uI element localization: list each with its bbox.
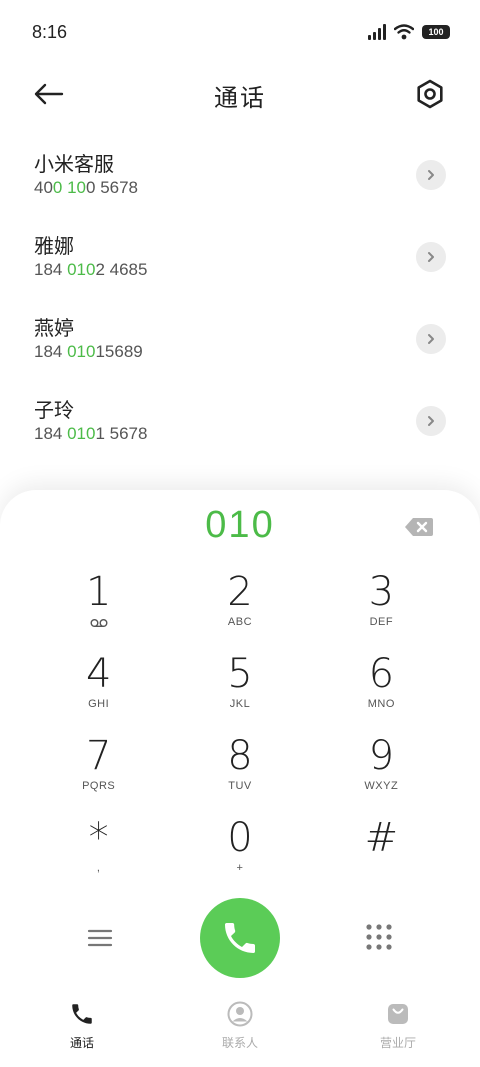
chevron-right-icon[interactable] <box>416 160 446 190</box>
phone-icon <box>72 1004 92 1024</box>
contact-name: 燕婷 <box>34 316 74 340</box>
key-9[interactable]: 9 WXYZ <box>311 734 452 816</box>
settings-gear-icon[interactable] <box>412 76 448 112</box>
contact-item[interactable]: 小米客服 400 100 5678 <box>0 140 480 222</box>
contact-list: 小米客服 400 100 5678 雅娜 184 0102 4685 燕婷 18… <box>0 140 480 468</box>
battery-icon: 100 <box>422 25 450 39</box>
menu-icon[interactable] <box>86 924 114 952</box>
person-icon <box>227 1001 253 1027</box>
wifi-icon <box>394 24 414 40</box>
key-star[interactable]: * , <box>28 816 169 898</box>
key-2[interactable]: 2 ABC <box>169 570 310 652</box>
backspace-icon[interactable] <box>404 516 434 538</box>
dialer-panel: 010 1 2 ABC 3 DEF 4 GHI 5 JKL 6 MNO 7 PQ… <box>0 490 480 1067</box>
contact-number: 184 0101 5678 <box>34 424 148 443</box>
contact-item[interactable]: 子玲 184 0101 5678 <box>0 386 480 468</box>
page-title: 通话 <box>214 85 266 112</box>
voicemail-icon <box>90 619 108 628</box>
contact-name: 雅娜 <box>34 234 74 258</box>
key-1[interactable]: 1 <box>28 570 169 652</box>
keypad: 1 2 ABC 3 DEF 4 GHI 5 JKL 6 MNO 7 PQRS 8… <box>28 570 452 898</box>
key-6[interactable]: 6 MNO <box>311 652 452 734</box>
chevron-right-icon[interactable] <box>416 242 446 272</box>
key-hash[interactable]: # <box>311 816 452 898</box>
tab-bar: 通话 联系人 营业厅 <box>0 989 480 1067</box>
phone-icon <box>225 923 255 953</box>
key-7[interactable]: 7 PQRS <box>28 734 169 816</box>
key-5[interactable]: 5 JKL <box>169 652 310 734</box>
key-4[interactable]: 4 GHI <box>28 652 169 734</box>
chevron-right-icon[interactable] <box>416 406 446 436</box>
call-button[interactable] <box>200 898 280 978</box>
signal-icon <box>368 24 386 40</box>
contact-name: 子玲 <box>34 398 74 422</box>
contact-number: 184 01015689 <box>34 342 143 361</box>
tab-service-hall[interactable]: 营业厅 <box>348 1001 448 1051</box>
key-0[interactable]: 0 + <box>169 816 310 898</box>
key-3[interactable]: 3 DEF <box>311 570 452 652</box>
tab-contacts[interactable]: 联系人 <box>190 1001 290 1051</box>
tab-calls[interactable]: 通话 <box>32 1001 132 1051</box>
status-time: 8:16 <box>32 22 68 42</box>
contact-number: 400 100 5678 <box>34 178 139 197</box>
keypad-grid-icon[interactable] <box>364 922 394 952</box>
status-icons: 100 <box>368 24 450 40</box>
key-8[interactable]: 8 TUV <box>169 734 310 816</box>
contact-item[interactable]: 燕婷 184 01015689 <box>0 304 480 386</box>
dialer-action-row <box>0 898 480 978</box>
contact-name: 小米客服 <box>34 152 114 176</box>
header: 通话 <box>0 70 480 118</box>
contact-item[interactable]: 雅娜 184 0102 4685 <box>0 222 480 304</box>
contact-number: 184 0102 4685 <box>34 260 148 279</box>
chevron-right-icon[interactable] <box>416 324 446 354</box>
status-bar: 8:16 100 <box>0 0 480 64</box>
bag-icon <box>388 1004 408 1024</box>
